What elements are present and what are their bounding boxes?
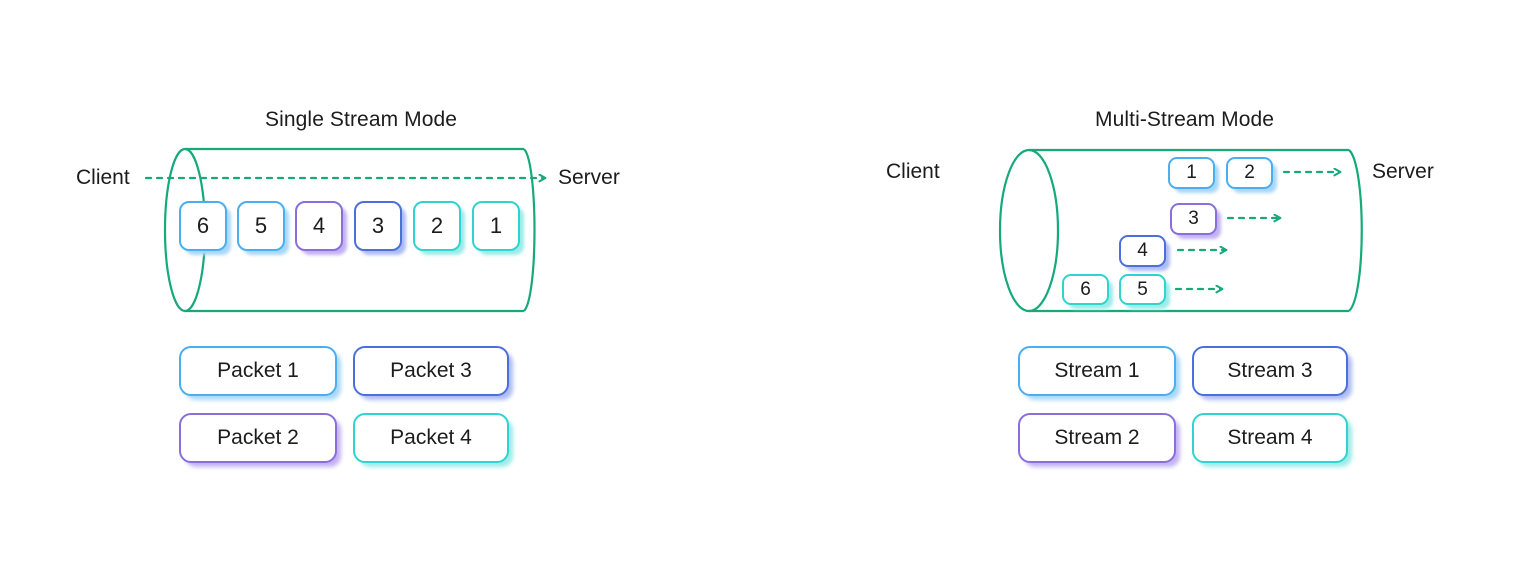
- single-stream-title: Single Stream Mode: [265, 108, 458, 131]
- legend-stream-1: Stream 1: [1018, 346, 1176, 396]
- legend-packet-3: Packet 3: [353, 346, 509, 396]
- legend-stream-2: Stream 2: [1018, 413, 1176, 463]
- single-stream-client-label: Client: [76, 166, 130, 189]
- legend-packet-2: Packet 2: [179, 413, 337, 463]
- stream-chip-4: 4: [1119, 235, 1166, 267]
- packet-chip-1: 1: [472, 201, 520, 251]
- packet-chip-4: 4: [295, 201, 343, 251]
- stream-chip-6: 6: [1062, 274, 1109, 305]
- stream-chip-5: 5: [1119, 274, 1166, 305]
- stream-chip-1: 1: [1168, 157, 1215, 189]
- tube-and-arrow-layer: [144, 147, 1363, 313]
- packet-chip-3: 3: [354, 201, 402, 251]
- single-stream-server-label: Server: [558, 166, 620, 189]
- packet-chip-5: 5: [237, 201, 285, 251]
- stream-chip-3: 3: [1170, 203, 1217, 235]
- legend-packet-1: Packet 1: [179, 346, 337, 396]
- packet-chip-2: 2: [413, 201, 461, 251]
- legend-stream-3: Stream 3: [1192, 346, 1348, 396]
- legend-packet-4: Packet 4: [353, 413, 509, 463]
- multi-stream-title: Multi-Stream Mode: [1095, 108, 1275, 131]
- multi-stream-client-label: Client: [886, 160, 940, 183]
- diagram-canvas: Single Stream Mode Client Server 6 5 4 3…: [0, 0, 1520, 574]
- packet-chip-6: 6: [179, 201, 227, 251]
- legend-stream-4: Stream 4: [1192, 413, 1348, 463]
- stream-chip-2: 2: [1226, 157, 1273, 189]
- multi-stream-server-label: Server: [1372, 160, 1434, 183]
